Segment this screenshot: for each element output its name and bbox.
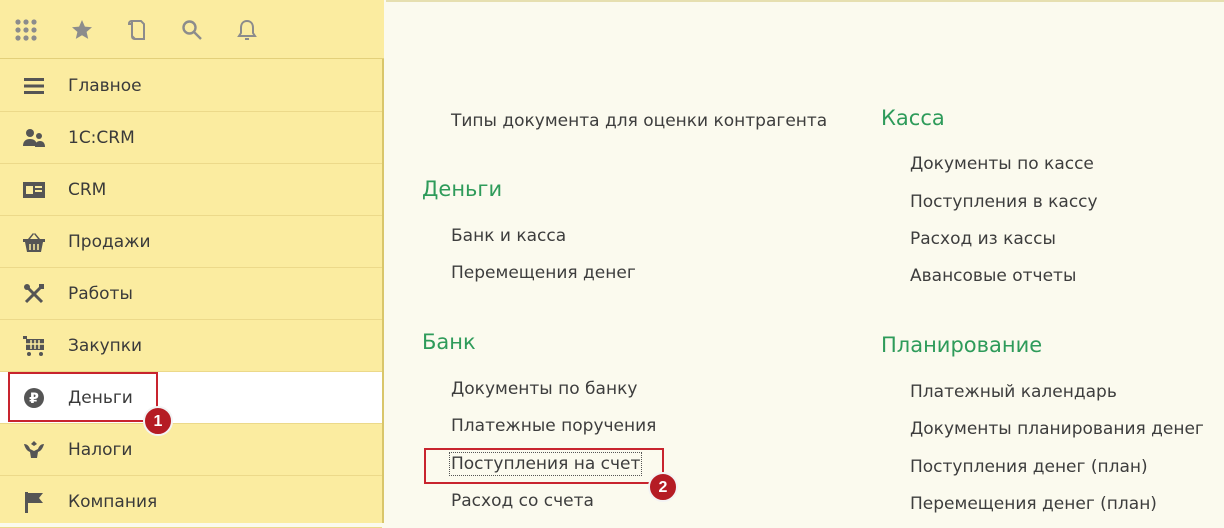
sidebar-item-label: Налоги [68, 440, 133, 460]
sidebar-item-label: Компания [68, 492, 158, 512]
sidebar-item-kompaniya[interactable]: Компания [0, 476, 382, 528]
flag-icon [22, 490, 46, 514]
contact-card-icon [22, 178, 46, 202]
highlight-box-2 [424, 448, 664, 484]
tools-icon [22, 282, 46, 306]
highlight-box-1 [8, 372, 158, 422]
sidebar-item-label: Работы [68, 284, 133, 304]
section-title-bank: Банк [422, 330, 476, 354]
section-title-dengi: Деньги [422, 177, 503, 201]
sidebar-item-label: CRM [68, 180, 107, 200]
link-tipy-dokumenta[interactable]: Типы документа для оценки контрагента [451, 111, 827, 131]
sidebar-item-label: Закупки [68, 336, 143, 356]
cart-icon [22, 334, 46, 358]
link-bank-i-kassa[interactable]: Банк и касса [451, 226, 566, 246]
sidebar: Главное 1С:CRM CRM Продажи Работы Закупк… [0, 0, 384, 528]
link-peremeshcheniya-deneg-plan[interactable]: Перемещения денег (план) [910, 494, 1157, 514]
section-title-kassa: Касса [881, 106, 945, 130]
link-avansovye-otchety[interactable]: Авансовые отчеты [910, 266, 1076, 286]
link-postupleniya-deneg-plan[interactable]: Поступления денег (план) [910, 457, 1148, 477]
link-dokumenty-po-kasse[interactable]: Документы по кассе [910, 154, 1094, 174]
apps-grid-icon[interactable] [12, 16, 40, 44]
section-title-planirovanie: Планирование [881, 333, 1043, 357]
bell-icon[interactable] [233, 16, 261, 44]
toolbar [0, 0, 384, 59]
link-raskhod-iz-kassy[interactable]: Расход из кассы [910, 229, 1056, 249]
sidebar-item-crm[interactable]: CRM [0, 164, 382, 216]
sidebar-item-zakupki[interactable]: Закупки [0, 320, 382, 372]
emblem-icon [22, 438, 46, 462]
sidebar-item-raboty[interactable]: Работы [0, 268, 382, 320]
link-platezhnye-porucheniya[interactable]: Платежные поручения [451, 416, 656, 436]
link-dokumenty-po-banku[interactable]: Документы по банку [451, 379, 637, 399]
star-icon[interactable] [68, 16, 96, 44]
history-icon[interactable] [124, 16, 152, 44]
link-postupleniya-v-kassu[interactable]: Поступления в кассу [910, 192, 1098, 212]
link-dokumenty-planirovaniya-deneg[interactable]: Документы планирования денег [910, 419, 1204, 439]
sidebar-item-label: Продажи [68, 232, 151, 252]
menu-icon [22, 74, 46, 98]
link-platezhnyy-kalendar[interactable]: Платежный календарь [910, 382, 1117, 402]
sidebar-item-label: 1С:CRM [68, 128, 135, 148]
sidebar-item-1c-crm[interactable]: 1С:CRM [0, 112, 382, 164]
content-top-border [386, 0, 1224, 10]
step-badge-1: 1 [143, 406, 173, 436]
users-icon [22, 126, 46, 150]
step-badge-2: 2 [648, 472, 678, 502]
sidebar-item-label: Главное [68, 76, 142, 96]
basket-icon [22, 230, 46, 254]
link-peremeshcheniya-deneg[interactable]: Перемещения денег [451, 263, 636, 283]
link-raskhod-so-scheta[interactable]: Расход со счета [451, 491, 594, 511]
sidebar-item-prodazhi[interactable]: Продажи [0, 216, 382, 268]
sidebar-item-nalogi[interactable]: Налоги [0, 424, 382, 476]
sidebar-item-glavnoe[interactable]: Главное [0, 60, 382, 112]
search-icon[interactable] [178, 16, 206, 44]
